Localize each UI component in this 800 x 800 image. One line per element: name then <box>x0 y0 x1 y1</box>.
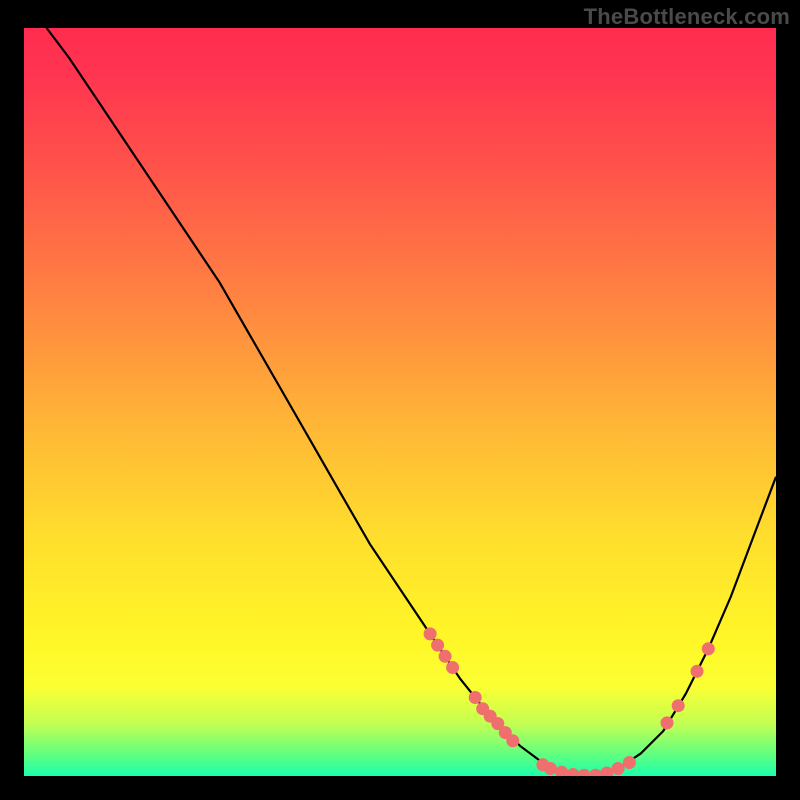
marker-dot <box>623 756 636 769</box>
marker-dot <box>702 642 715 655</box>
marker-dot <box>589 769 602 776</box>
marker-dot <box>439 650 452 663</box>
marker-dot <box>431 639 444 652</box>
marker-dot <box>567 768 580 776</box>
marker-dot <box>612 762 625 775</box>
marker-dot <box>672 699 685 712</box>
marker-dot <box>691 665 704 678</box>
bottleneck-curve-path <box>47 28 776 776</box>
curve-svg <box>24 28 776 776</box>
watermark-text: TheBottleneck.com <box>584 4 790 30</box>
plot-area <box>24 28 776 776</box>
chart-frame: TheBottleneck.com <box>0 0 800 800</box>
marker-dot <box>506 734 519 747</box>
marker-dot <box>469 691 482 704</box>
marker-dot <box>446 661 459 674</box>
marker-dot <box>424 627 437 640</box>
marker-dot <box>555 766 568 776</box>
marker-dot <box>578 769 591 776</box>
marker-group <box>424 627 715 776</box>
marker-dot <box>661 716 674 729</box>
marker-dot <box>544 762 557 775</box>
marker-dot <box>600 767 613 777</box>
